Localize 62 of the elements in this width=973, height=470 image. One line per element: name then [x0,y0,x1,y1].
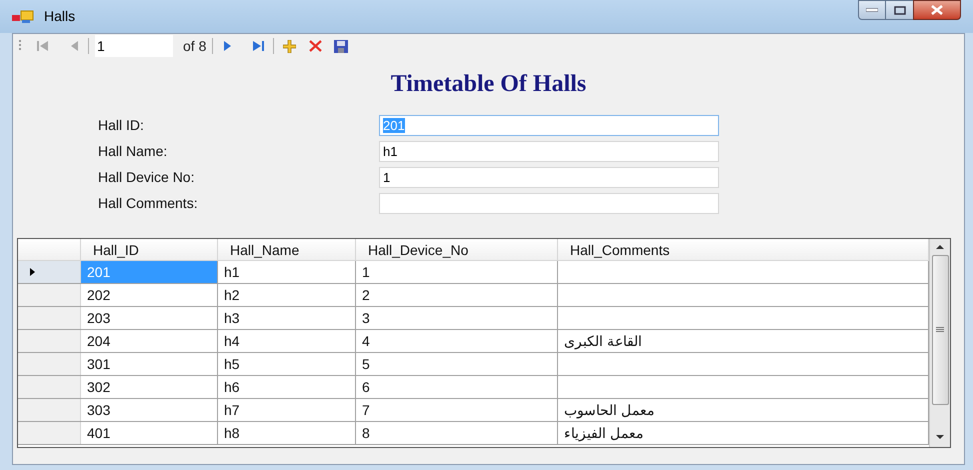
table-cell: 204 [81,330,218,352]
scroll-down-icon [936,435,944,439]
table-cell: 3 [356,307,558,329]
table-cell: 201 [81,261,218,283]
table-cell: h5 [218,353,356,375]
current-row-icon [30,268,35,276]
next-icon [224,41,231,51]
table-cell: 301 [81,353,218,375]
record-count: of 8 [183,36,206,56]
column-header[interactable]: Hall_Device_No [356,239,558,260]
minimize-button[interactable] [858,0,886,20]
table-cell: 203 [81,307,218,329]
table-cell: 4 [356,330,558,352]
first-icon [36,41,48,51]
previous-icon [70,41,78,51]
close-icon [930,5,944,15]
save-button[interactable] [332,40,350,52]
input-field[interactable]: h1 [379,140,719,162]
table-cell: 303 [81,399,218,421]
maximize-button[interactable] [886,0,913,20]
plus-icon [282,40,296,52]
table-cell: 8 [356,422,558,444]
save-icon [334,40,348,52]
input-field[interactable] [379,192,719,214]
table-cell: h2 [218,284,356,306]
table-cell: 6 [356,376,558,398]
field-label: Hall ID: [98,116,145,134]
grip-icon [19,39,22,53]
minimize-icon [866,8,878,12]
input-field[interactable]: 1 [379,166,719,188]
field-label: Hall Comments: [98,194,199,212]
table-cell: h6 [218,376,356,398]
table-cell: h4 [218,330,356,352]
form-heading: Timetable Of Halls [390,70,586,99]
row-header[interactable] [18,261,81,283]
add-record-button[interactable] [280,40,298,52]
scrollbar-thumb[interactable] [932,255,948,405]
column-header[interactable]: Hall_ID [81,239,218,260]
field-label: Hall Name: [98,142,168,160]
column-header[interactable]: Hall_Name [218,239,356,260]
vertical-scrollbar[interactable] [929,239,950,447]
table-cell: 302 [81,376,218,398]
app-icon [12,10,34,24]
table-cell: 5 [356,353,558,375]
last-icon [252,41,264,51]
scroll-up-icon [936,245,944,249]
maximize-icon [894,6,906,14]
grip-lines-icon [936,327,944,333]
table-cell: 401 [81,422,218,444]
table-cell: 7 [356,399,558,421]
window-title: Halls [44,7,76,26]
table-cell: 1 [356,261,558,283]
table-cell: 2 [356,284,558,306]
table-cell: h3 [218,307,356,329]
position-field[interactable]: 1 [95,35,173,57]
table-cell: 202 [81,284,218,306]
table-cell: h8 [218,422,356,444]
close-button[interactable] [913,0,961,20]
table-cell: h1 [218,261,356,283]
field-label: Hall Device No: [98,168,196,186]
table-cell: h7 [218,399,356,421]
delete-icon [308,40,322,52]
